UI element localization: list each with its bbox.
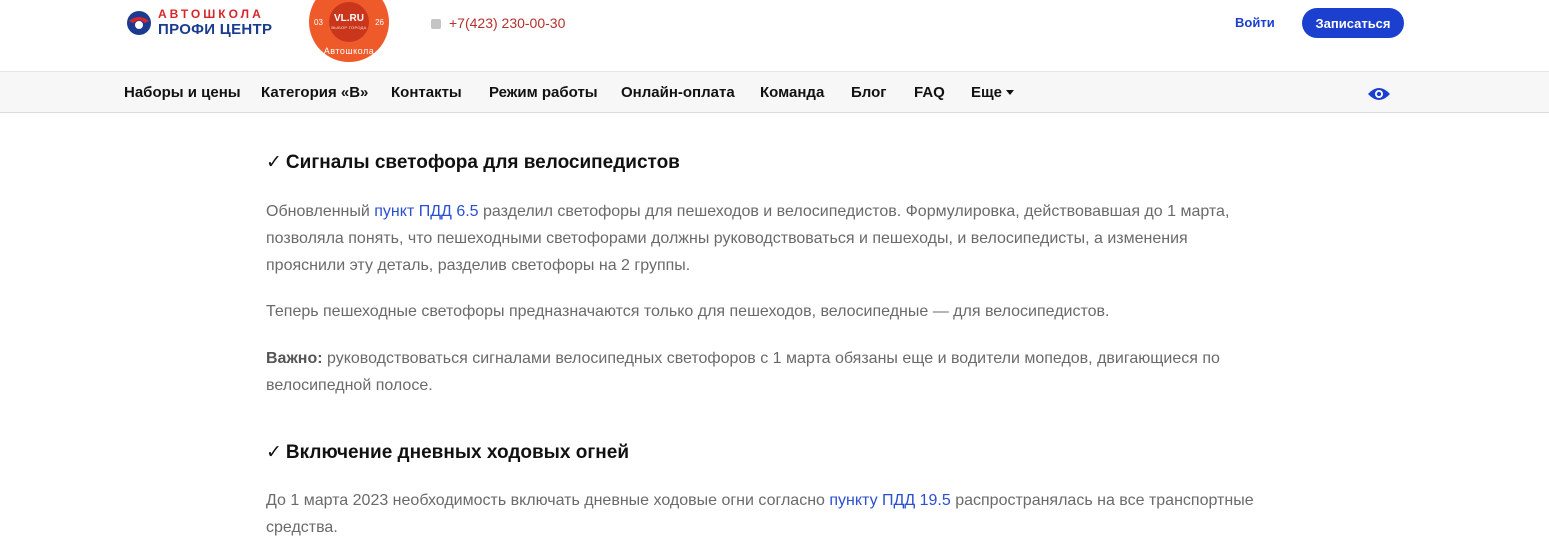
paragraph-text: руководствоваться сигналами велосипедных… bbox=[266, 350, 1220, 394]
check-icon: ✓ bbox=[266, 152, 282, 173]
paragraph-text: До 1 марта 2023 необходимость включать д… bbox=[266, 492, 830, 509]
signup-button[interactable]: Записаться bbox=[1302, 8, 1404, 38]
pdd-6-5-link[interactable]: пункт ПДД 6.5 bbox=[374, 203, 478, 220]
phone-link[interactable]: +7(423) 230-00-30 bbox=[431, 15, 565, 31]
award-badge: 03 26 VL.RU ВЫБОР ГОРОДА Автошкола bbox=[309, 0, 389, 62]
steering-wheel-logo-icon bbox=[127, 10, 151, 35]
nav-item-more[interactable]: Еще bbox=[971, 84, 1015, 101]
section-heading-bicycle-signals: ✓ Сигналы светофора для велосипедистов bbox=[266, 150, 680, 176]
check-icon: ✓ bbox=[266, 442, 282, 463]
caret-down-icon bbox=[1006, 90, 1015, 95]
logo-small-text: АВТОШКОЛА bbox=[158, 7, 264, 21]
important-label: Важно: bbox=[266, 350, 323, 367]
nav-item-online-payment[interactable]: Онлайн-оплата bbox=[621, 84, 735, 101]
badge-title: VL.RU bbox=[334, 13, 364, 24]
nav-item-faq[interactable]: FAQ bbox=[914, 84, 945, 101]
paragraph: Теперь пешеходные светофоры предназначаю… bbox=[266, 303, 1110, 320]
nav-item-schedule[interactable]: Режим работы bbox=[489, 84, 598, 101]
badge-left-number: 03 bbox=[314, 18, 323, 27]
login-link[interactable]: Войти bbox=[1235, 15, 1275, 30]
site-logo[interactable]: АВТОШКОЛА ПРОФИ ЦЕНТР bbox=[125, 8, 272, 37]
nav-item-prices[interactable]: Наборы и цены bbox=[124, 84, 241, 101]
paragraph-text: Обновленный bbox=[266, 203, 375, 220]
nav-item-contacts[interactable]: Контакты bbox=[391, 84, 462, 101]
pdd-19-5-link[interactable]: пункту ПДД 19.5 bbox=[829, 492, 950, 509]
logo-big-text: ПРОФИ ЦЕНТР bbox=[158, 21, 273, 38]
paragraph: Важно: руководствоваться сигналами велос… bbox=[266, 345, 1256, 399]
nav-item-more-label: Еще bbox=[971, 84, 1003, 101]
phone-icon bbox=[431, 19, 441, 29]
nav-item-category-b[interactable]: Категория «В» bbox=[261, 84, 368, 101]
paragraph: До 1 марта 2023 необходимость включать д… bbox=[266, 487, 1256, 541]
nav-item-blog[interactable]: Блог bbox=[851, 84, 887, 101]
badge-ring-text: Автошкола bbox=[323, 46, 375, 56]
paragraph: Обновленный пункт ПДД 6.5 разделил свето… bbox=[266, 198, 1256, 279]
accessibility-eye-icon[interactable] bbox=[1367, 86, 1391, 102]
main-navigation: Наборы и цены Категория «В» Контакты Реж… bbox=[0, 72, 1549, 113]
phone-number: +7(423) 230-00-30 bbox=[449, 15, 566, 31]
site-header: АВТОШКОЛА ПРОФИ ЦЕНТР 03 26 VL.RU ВЫБОР … bbox=[0, 0, 1549, 72]
section-title: Включение дневных ходовых огней bbox=[285, 442, 629, 463]
badge-subtitle: ВЫБОР ГОРОДА bbox=[331, 25, 367, 30]
section-title: Сигналы светофора для велосипедистов bbox=[285, 152, 680, 173]
nav-item-team[interactable]: Команда bbox=[760, 84, 824, 101]
section-heading-daytime-lights: ✓ Включение дневных ходовых огней bbox=[266, 440, 629, 466]
badge-right-number: 26 bbox=[375, 18, 384, 27]
